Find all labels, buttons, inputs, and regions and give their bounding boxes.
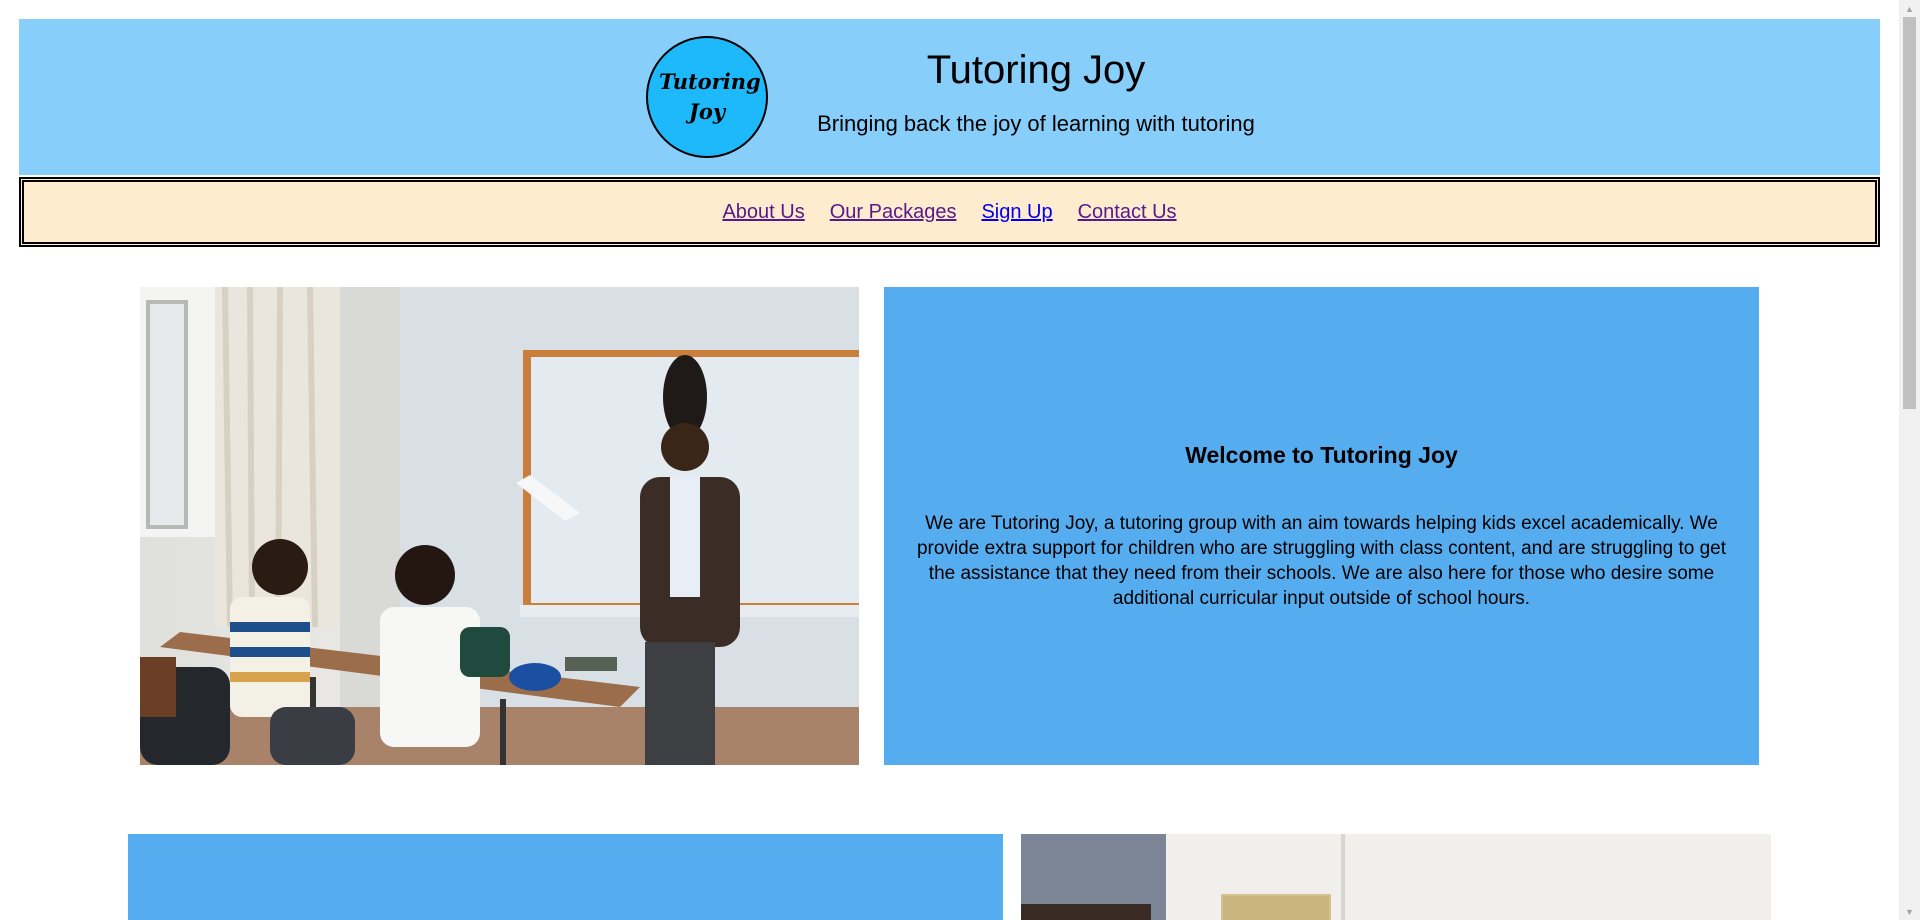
nav-link-our-packages[interactable]: Our Packages	[830, 201, 957, 224]
vertical-scrollbar[interactable]: ▲ ▼	[1899, 0, 1920, 920]
welcome-heading: Welcome to Tutoring Joy	[1185, 441, 1458, 468]
nav-link-contact-us[interactable]: Contact Us	[1078, 201, 1177, 224]
scroll-thumb[interactable]	[1903, 17, 1916, 409]
site-title: Tutoring Joy	[926, 48, 1146, 92]
page: Tutoring Joy Tutoring Joy Bringing back …	[0, 0, 1899, 920]
welcome-text: We are Tutoring Joy, a tutoring group wi…	[916, 512, 1726, 609]
main-nav: About Us Our Packages Sign Up Contact Us	[19, 177, 1880, 247]
welcome-panel: Welcome to Tutoring Joy We are Tutoring …	[884, 287, 1759, 765]
classroom-photo	[140, 287, 859, 765]
site-header: Tutoring Joy Tutoring Joy Bringing back …	[19, 19, 1880, 175]
tutoring-photo	[1021, 834, 1771, 920]
logo-text: Tutoring Joy	[659, 69, 761, 124]
logo: Tutoring Joy	[646, 36, 768, 158]
scroll-down-arrow-icon[interactable]: ▼	[1899, 903, 1920, 920]
nav-link-sign-up[interactable]: Sign Up	[981, 201, 1052, 224]
packages-panel	[128, 834, 1003, 920]
site-tagline: Bringing back the joy of learning with t…	[817, 111, 1255, 136]
nav-link-about-us[interactable]: About Us	[722, 201, 804, 224]
scroll-up-arrow-icon[interactable]: ▲	[1899, 0, 1920, 17]
